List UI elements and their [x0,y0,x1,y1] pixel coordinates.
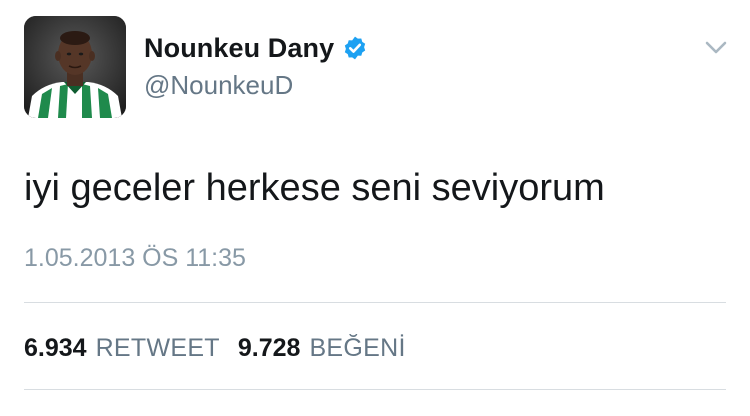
like-count: 9.728 [237,333,301,362]
verified-badge-icon [345,36,366,60]
chevron-down-icon [705,41,727,54]
retweet-stat[interactable]: 6.934 RETWEET [24,334,220,363]
like-stat[interactable]: 9.728 BEĞENİ [238,334,406,363]
author-display-name[interactable]: Nounkeu Dany [144,33,334,64]
tweet-detail: Nounkeu Dany @NounkeuD iyi geceler herke… [0,0,750,416]
avatar-image [24,16,126,118]
tweet-menu-button[interactable] [700,34,732,62]
like-label: BEĞENİ [309,333,406,362]
author-handle[interactable]: @NounkeuD [144,70,293,101]
divider [24,302,726,303]
retweet-label: RETWEET [95,333,220,362]
retweet-count: 6.934 [24,333,87,362]
tweet-stats: 6.934 RETWEET 9.728 BEĞENİ [24,330,406,366]
tweet-timestamp[interactable]: 1.05.2013 ÖS 11:35 [24,244,246,273]
divider [24,389,726,390]
tweet-text: iyi geceler herkese seni seviyorum [24,167,605,209]
avatar[interactable] [24,16,126,118]
author-name-row: Nounkeu Dany [144,30,368,66]
